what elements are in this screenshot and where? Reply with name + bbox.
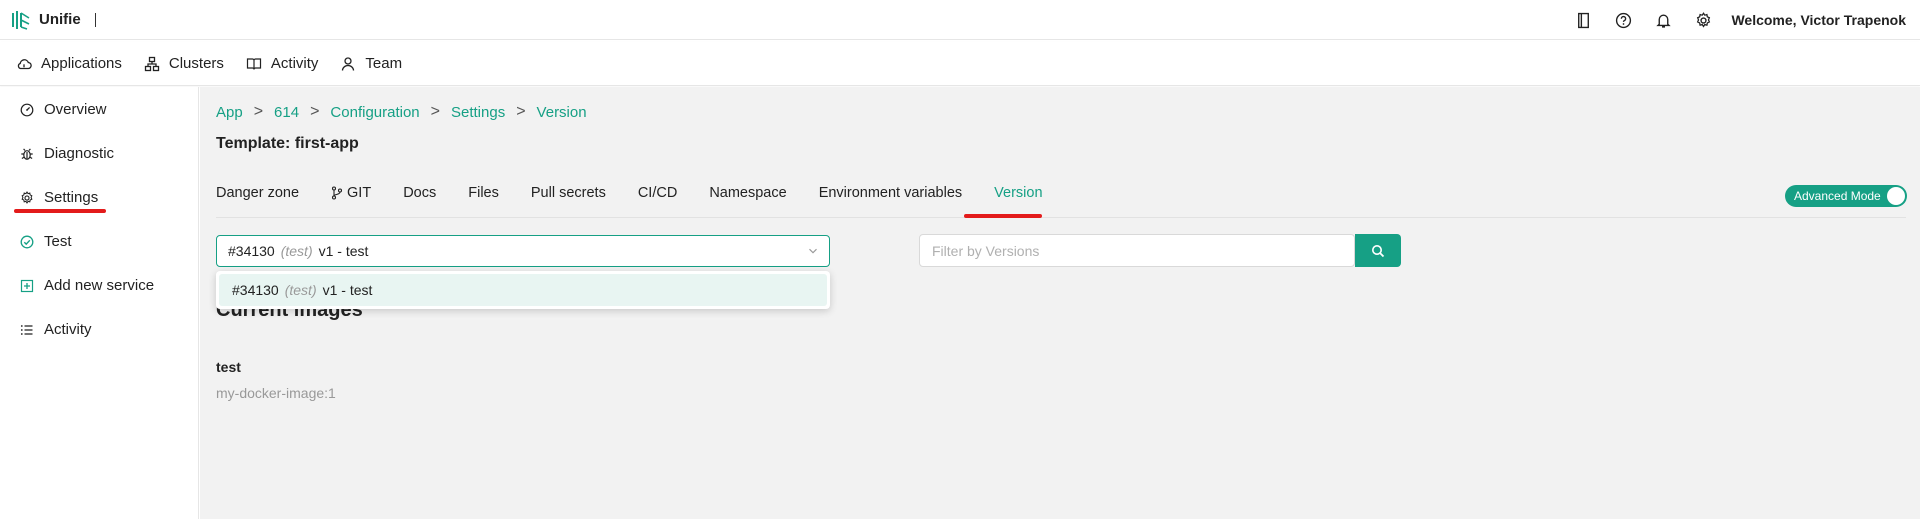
nav-label: Team [365,55,403,72]
sidebar: Overview Diagnostic Settings Test Add ne… [0,87,199,519]
breadcrumb-settings[interactable]: Settings [451,104,505,121]
image-name: test [216,359,241,375]
app-name: Unifie [39,11,81,28]
search-button[interactable] [1355,234,1401,267]
chevron-right-icon: > [516,103,526,120]
nav-label: Clusters [168,55,224,72]
chevron-right-icon: > [253,103,264,120]
gear-icon[interactable] [1683,0,1723,40]
main-content: App > 614 > Configuration > Settings > V… [200,87,1920,519]
search-icon [1372,244,1385,257]
tab-danger-zone[interactable]: Danger zone [216,185,299,201]
tab-namespace[interactable]: Namespace [709,185,786,201]
check-circle-icon [20,235,34,248]
sidebar-item-label: Add new service [44,277,155,294]
version-env: (test) [280,243,313,259]
advanced-mode-toggle[interactable]: Advanced Mode [1785,185,1907,207]
settings-highlight-underline [14,209,106,213]
tab-git[interactable]: GIT [331,185,371,201]
option-id: #34130 [232,282,279,298]
bug-icon [21,148,33,160]
top-bar: Unifie Welcome, Victor Trapenok [0,0,1920,40]
version-id: #34130 [228,243,275,259]
sidebar-item-label: Settings [44,189,99,206]
dashboard-icon [20,103,34,116]
book-open-icon [246,57,262,70]
filter-versions-input[interactable] [919,234,1355,267]
nav-clusters[interactable]: Clusters [144,55,224,72]
sidebar-item-label: Activity [44,321,92,338]
version-option[interactable]: #34130 (test) v1 - test [219,274,827,306]
sidebar-item-test[interactable]: Test [20,233,72,250]
user-icon [342,56,355,71]
tabs-divider [216,217,1906,218]
add-box-icon [20,279,34,292]
breadcrumb-app[interactable]: App [216,104,243,121]
breadcrumb: App > 614 > Configuration > Settings > V… [216,103,587,121]
sidebar-item-activity[interactable]: Activity [20,321,92,338]
list-icon [20,324,33,335]
nav-team[interactable]: Team [340,55,402,72]
version-select[interactable]: #34130 (test) v1 - test [216,235,830,267]
chevron-right-icon: > [310,103,320,120]
tab-files[interactable]: Files [468,185,499,201]
breadcrumb-version[interactable]: Version [537,104,587,121]
gear-icon [21,190,33,204]
brand-divider [94,12,96,27]
nav-label: Applications [41,55,122,72]
sidebar-item-label: Test [44,233,72,250]
tab-ci-cd[interactable]: CI/CD [638,185,677,201]
breadcrumb-configuration[interactable]: Configuration [330,104,419,121]
sidebar-item-label: Diagnostic [44,145,115,162]
tab-label: GIT [347,185,372,201]
sidebar-item-diagnostic[interactable]: Diagnostic [20,145,114,162]
version-name: v1 - test [318,243,369,259]
option-env: (test) [284,282,317,298]
version-dropdown: #34130 (test) v1 - test [216,271,830,309]
sidebar-item-overview[interactable]: Overview [20,101,107,118]
book-icon[interactable] [1563,0,1603,40]
tab-version[interactable]: Version [994,185,1042,201]
nav-activity[interactable]: Activity [246,55,319,72]
sidebar-item-add-new-service[interactable]: Add new service [20,277,154,294]
unifie-logo-icon [12,10,30,30]
page-title: Template: first-app [216,135,359,152]
tab-docs[interactable]: Docs [403,185,436,201]
nav-label: Activity [270,55,319,72]
settings-tabs: Danger zone GIT Docs Files Pull secrets … [216,185,1075,201]
main-nav: Applications Clusters Activity Team [0,42,1920,86]
chevron-right-icon: > [430,103,440,120]
toggle-knob [1887,187,1905,205]
git-branch-icon [331,186,343,200]
sidebar-item-label: Overview [44,101,107,118]
advanced-mode-label: Advanced Mode [1794,189,1881,203]
nav-applications[interactable]: Applications [16,55,122,72]
version-tab-highlight-underline [964,214,1042,218]
sidebar-item-settings[interactable]: Settings [20,189,98,206]
tab-pull-secrets[interactable]: Pull secrets [531,185,606,201]
image-tag: my-docker-image:1 [216,385,336,401]
breadcrumb-app-id[interactable]: 614 [274,104,299,121]
brand[interactable]: Unifie [10,9,96,31]
option-name: v1 - test [322,282,373,298]
help-icon[interactable] [1603,0,1643,40]
bell-icon[interactable] [1643,0,1683,40]
welcome-text: Welcome, Victor Trapenok [1731,12,1906,28]
chevron-down-icon [809,248,817,254]
tab-environment-variables[interactable]: Environment variables [819,185,962,201]
cluster-icon [144,56,160,71]
cloud-icon [17,58,32,69]
